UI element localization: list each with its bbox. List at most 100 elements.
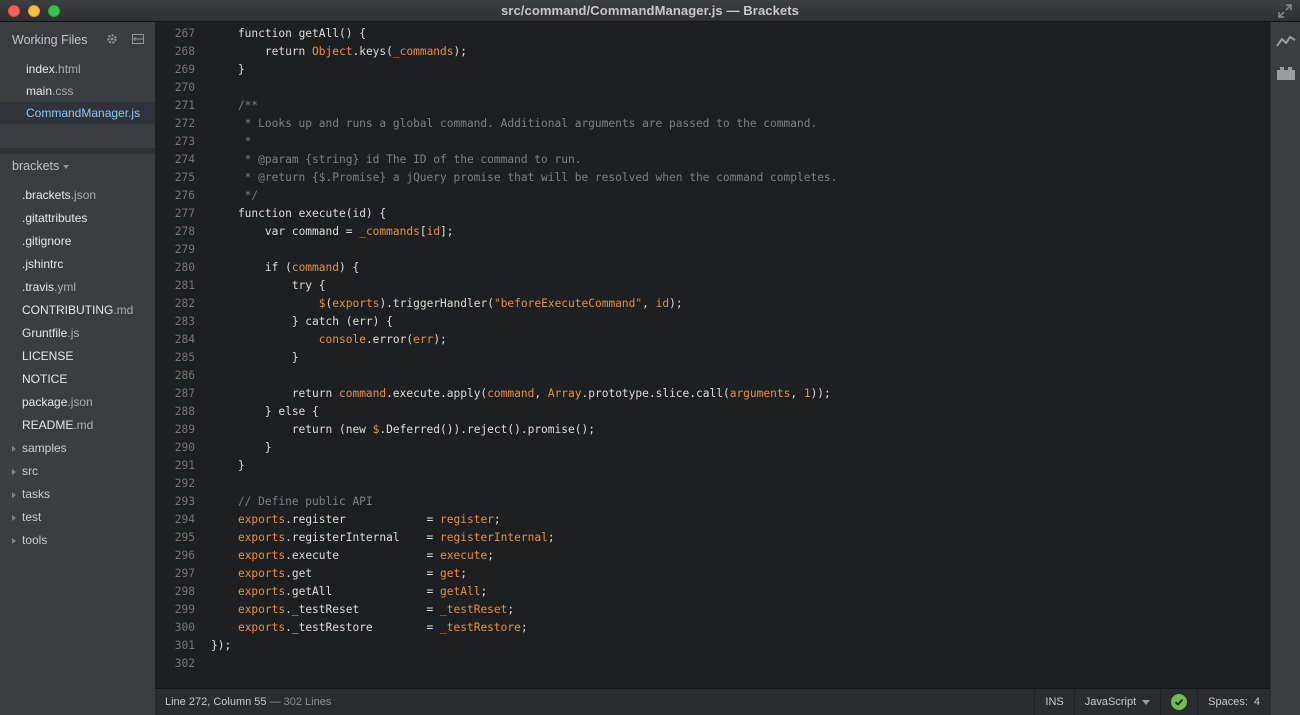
code-line: 277 function execute(id) { [155, 205, 1270, 223]
code-line: 300 exports._testRestore = _testRestore; [155, 619, 1270, 637]
fullscreen-icon[interactable] [1278, 4, 1292, 18]
code-token: command [338, 387, 387, 400]
file-extension: .js [128, 106, 141, 120]
maximize-window-button[interactable] [48, 5, 60, 17]
code-token: id [655, 297, 670, 310]
code-token: ; [547, 531, 555, 544]
line-number: 283 [174, 315, 195, 328]
code-token: if ( [211, 261, 292, 274]
code-text: /** [211, 97, 258, 115]
code-token: .keys( [352, 45, 393, 58]
chevron-right-icon[interactable] [12, 538, 16, 544]
minimize-window-button[interactable] [28, 5, 40, 17]
tree-folder[interactable]: test [0, 506, 155, 529]
code-token: execute [298, 207, 346, 220]
tree-file[interactable]: .travis.yml [0, 276, 155, 299]
tree-file[interactable]: CONTRIBUTING.md [0, 299, 155, 322]
line-number: 298 [174, 585, 195, 598]
line-number: 272 [174, 117, 195, 130]
code-text: // Define public API [211, 493, 373, 511]
code-line: 274 * @param {string} id The ID of the c… [155, 151, 1270, 169]
tree-folder[interactable]: tasks [0, 483, 155, 506]
code-token: ._testReset = [285, 603, 441, 616]
working-file-item[interactable]: CommandManager.js [0, 102, 155, 124]
code-text: * @param {string} id The ID of the comma… [211, 151, 582, 169]
code-token: = [338, 225, 360, 238]
tree-file[interactable]: NOTICE [0, 368, 155, 391]
tree-file[interactable]: .gitignore [0, 230, 155, 253]
code-token: */ [211, 189, 259, 202]
project-title: brackets [12, 159, 60, 173]
insert-mode-toggle[interactable]: INS [1034, 688, 1073, 715]
close-window-button[interactable] [8, 5, 20, 17]
code-line: 271 /** [155, 97, 1270, 115]
line-number: 293 [174, 495, 195, 508]
code-token: ; [487, 549, 494, 562]
chevron-right-icon[interactable] [12, 446, 16, 452]
code-text: exports._testReset = _testReset; [211, 601, 514, 619]
code-token: try { [211, 279, 326, 292]
live-preview-icon[interactable] [1276, 34, 1296, 50]
code-line: 285 } [155, 349, 1270, 367]
line-number: 301 [174, 639, 195, 652]
code-token: getAll [440, 585, 481, 598]
code-line: 276 */ [155, 187, 1270, 205]
code-editor[interactable]: 267 function getAll() {268 return Object… [155, 22, 1270, 688]
code-text: var command = _commands[id]; [211, 223, 454, 241]
code-token: return (new [211, 423, 373, 436]
code-token: 1 [803, 387, 811, 400]
code-token: "beforeExecuteCommand" [493, 297, 643, 310]
tree-file[interactable]: .gitattributes [0, 207, 155, 230]
gear-icon[interactable] [106, 33, 118, 45]
tree-file[interactable]: .brackets.json [0, 184, 155, 207]
main-toolbar [1270, 22, 1300, 715]
line-number: 284 [174, 333, 195, 346]
file-name: test [22, 510, 42, 524]
tree-file[interactable]: package.json [0, 391, 155, 414]
code-line: 297 exports.get = get; [155, 565, 1270, 583]
tree-file[interactable]: .jshintrc [0, 253, 155, 276]
split-view-icon[interactable] [132, 34, 144, 44]
tree-folder[interactable]: tools [0, 529, 155, 552]
chevron-right-icon[interactable] [12, 515, 16, 521]
code-token: exports [237, 585, 286, 598]
code-line: 280 if (command) { [155, 259, 1270, 277]
project-header[interactable]: brackets [12, 159, 70, 173]
line-number: 287 [174, 387, 195, 400]
file-name: .travis [22, 280, 55, 294]
working-file-item[interactable]: index.html [0, 58, 155, 80]
tree-folder[interactable]: samples [0, 437, 155, 460]
code-line: 272 * Looks up and runs a global command… [155, 115, 1270, 133]
chevron-right-icon[interactable] [12, 469, 16, 475]
code-line: 282 $(exports).triggerHandler("beforeExe… [155, 295, 1270, 313]
code-text: function getAll() { [211, 25, 366, 43]
lint-status[interactable] [1160, 688, 1197, 715]
code-line: 284 console.error(err); [155, 331, 1270, 349]
tree-file[interactable]: LICENSE [0, 345, 155, 368]
line-number: 291 [174, 459, 195, 472]
check-circle-icon [1171, 694, 1188, 710]
code-line: 270 [155, 79, 1270, 97]
code-token: command [291, 261, 339, 274]
chevron-down-icon [1142, 699, 1151, 705]
code-token: $ [318, 297, 326, 310]
working-file-item[interactable]: main.css [0, 80, 155, 102]
code-token: _testRestore [440, 621, 521, 634]
indent-settings[interactable]: Spaces: 4 [1197, 688, 1270, 715]
tree-file[interactable]: Gruntfile.js [0, 322, 155, 345]
line-number: 292 [174, 477, 195, 490]
code-line: 283 } catch (err) { [155, 313, 1270, 331]
code-token: exports [237, 513, 286, 526]
extension-manager-icon[interactable] [1276, 65, 1296, 81]
code-token: .registerInternal = [285, 531, 441, 544]
spaces-value[interactable]: 4 [1254, 689, 1260, 715]
tree-file[interactable]: README.md [0, 414, 155, 437]
tree-folder[interactable]: src [0, 460, 155, 483]
chevron-right-icon[interactable] [12, 492, 16, 498]
code-token: )); [810, 387, 831, 400]
code-token: ; [460, 567, 467, 580]
language-select[interactable]: JavaScript [1073, 688, 1160, 715]
file-name: tasks [22, 487, 51, 501]
